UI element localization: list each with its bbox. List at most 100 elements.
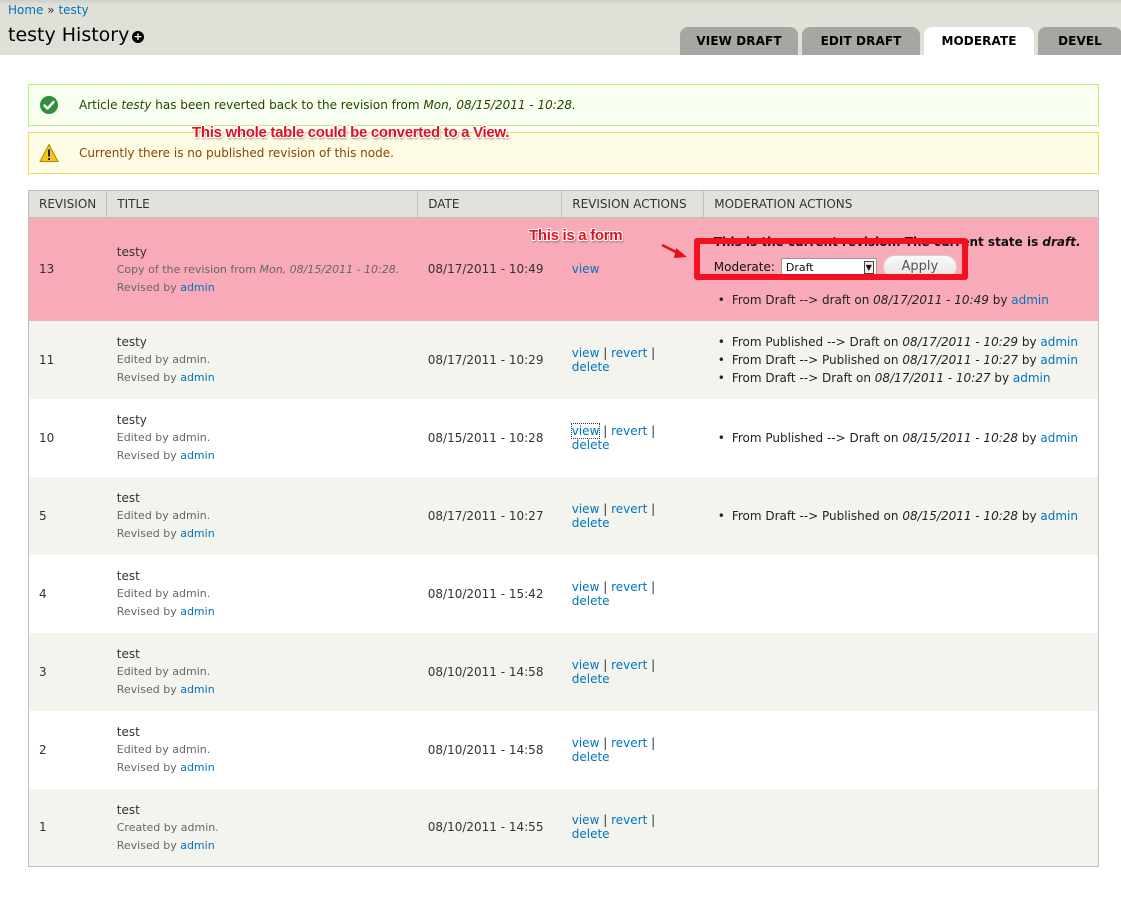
revision-title-cell: test Created by admin. Revised by admin xyxy=(107,789,418,867)
revert-link[interactable]: revert xyxy=(611,736,647,750)
history-by: by xyxy=(1018,352,1041,367)
status-date: Mon, 08/15/2011 - 10:28. xyxy=(423,98,576,112)
revision-actions: view | revert | delete xyxy=(562,789,704,867)
tab-edit-draft[interactable]: EDIT DRAFT xyxy=(802,27,920,55)
revised-by-label: Revised by xyxy=(116,527,181,540)
user-link[interactable]: admin xyxy=(180,839,214,852)
moderation-history: From Published --> Draft on 08/15/2011 -… xyxy=(714,431,1088,445)
user-link[interactable]: admin xyxy=(180,371,214,384)
revert-link[interactable]: revert xyxy=(611,424,647,438)
view-link[interactable]: view xyxy=(570,422,601,439)
revision-number: 5 xyxy=(39,508,47,523)
tab-devel[interactable]: DEVEL xyxy=(1038,27,1121,55)
revision-title: test xyxy=(116,725,140,739)
view-link[interactable]: view xyxy=(572,580,600,594)
delete-link[interactable]: delete xyxy=(572,360,610,374)
annotation-highlight-box xyxy=(694,238,968,280)
moderation-history: From Published --> Draft on 08/17/2011 -… xyxy=(714,335,1088,385)
revert-link[interactable]: revert xyxy=(611,580,647,594)
view-link[interactable]: view xyxy=(572,658,600,672)
table-row: 4 test Edited by admin. Revised by admin… xyxy=(28,554,1099,633)
user-link[interactable]: admin xyxy=(180,527,214,540)
revised-by: Revised by admin xyxy=(117,761,408,774)
status-message: Article testy has been reverted back to … xyxy=(28,84,1099,126)
revised-by-label: Revised by xyxy=(116,371,181,384)
revision-log: Edited by admin. xyxy=(116,509,211,522)
moderation-actions: From Published --> Draft on 08/15/2011 -… xyxy=(704,399,1099,477)
history-by: by xyxy=(1018,508,1041,523)
current-state-value: draft. xyxy=(1042,235,1081,250)
history-by: by xyxy=(1018,430,1041,445)
history-date: 08/15/2011 - 10:28 xyxy=(902,508,1019,523)
delete-link[interactable]: delete xyxy=(572,438,610,452)
view-link[interactable]: view xyxy=(572,736,600,750)
history-transition: From Draft --> Published on xyxy=(731,352,903,367)
delete-link[interactable]: delete xyxy=(572,827,610,841)
col-title: TITLE xyxy=(106,190,419,218)
history-user-link[interactable]: admin xyxy=(1040,335,1078,349)
revision-actions: view | revert | delete xyxy=(562,555,704,633)
warning-message: Currently there is no published revision… xyxy=(28,132,1099,174)
revision-number: 13 xyxy=(39,262,55,277)
history-date: 08/17/2011 - 10:29 xyxy=(902,334,1019,349)
view-link[interactable]: view xyxy=(572,346,600,360)
plus-circle-icon[interactable]: + xyxy=(132,31,144,43)
user-link[interactable]: admin xyxy=(180,605,214,618)
revision-log: Copy of the revision from Mon, 08/15/201… xyxy=(117,263,408,276)
action-separator: | xyxy=(651,345,656,360)
view-link[interactable]: view xyxy=(572,262,600,276)
history-user-link[interactable]: admin xyxy=(1011,293,1049,307)
delete-link[interactable]: delete xyxy=(572,594,610,608)
history-user-link[interactable]: admin xyxy=(1040,431,1078,445)
warning-triangle-icon xyxy=(39,143,59,162)
history-item: From Draft --> draft on 08/17/2011 - 10:… xyxy=(714,293,1088,307)
table-row: 2 test Edited by admin. Revised by admin… xyxy=(28,710,1099,789)
revised-by: Revised by admin xyxy=(117,281,408,294)
moderation-actions xyxy=(704,633,1099,711)
user-link[interactable]: admin xyxy=(180,761,214,774)
moderation-actions: From Published --> Draft on 08/17/2011 -… xyxy=(704,321,1099,399)
revert-link[interactable]: revert xyxy=(611,502,647,516)
action-separator: | xyxy=(651,813,656,828)
delete-link[interactable]: delete xyxy=(572,672,610,686)
action-separator: | xyxy=(603,657,608,672)
history-transition: From Draft --> Draft on xyxy=(731,370,875,385)
history-date: 08/15/2011 - 10:28 xyxy=(902,430,1019,445)
revert-link[interactable]: revert xyxy=(611,813,647,827)
revision-date: 08/17/2011 - 10:29 xyxy=(427,352,544,367)
user-link[interactable]: admin xyxy=(180,281,214,294)
history-user-link[interactable]: admin xyxy=(1040,509,1078,523)
tab-view-draft[interactable]: VIEW DRAFT xyxy=(680,27,798,55)
history-transition: From Draft --> Published on xyxy=(731,508,903,523)
revert-link[interactable]: revert xyxy=(611,658,647,672)
view-link[interactable]: view xyxy=(572,813,600,827)
revert-link[interactable]: revert xyxy=(611,346,647,360)
revised-by-label: Revised by xyxy=(116,761,181,774)
breadcrumb-separator: » xyxy=(47,3,55,17)
history-by: by xyxy=(988,293,1012,308)
breadcrumb-home[interactable]: Home xyxy=(8,3,43,17)
revision-actions: view | revert | delete xyxy=(562,477,704,555)
revision-title-cell: testy Copy of the revision from Mon, 08/… xyxy=(107,218,418,321)
revised-by: Revised by admin xyxy=(117,683,408,696)
user-link[interactable]: admin xyxy=(180,683,214,696)
revision-actions: view | revert | delete xyxy=(562,399,704,477)
user-link[interactable]: admin xyxy=(180,449,214,462)
view-link[interactable]: view xyxy=(572,502,600,516)
history-user-link[interactable]: admin xyxy=(1013,371,1051,385)
history-user-link[interactable]: admin xyxy=(1040,353,1078,367)
delete-link[interactable]: delete xyxy=(572,750,610,764)
status-text-middle: has been reverted back to the revision f… xyxy=(151,98,424,112)
annotation-arrow-icon xyxy=(661,243,687,258)
revision-log: Edited by admin. xyxy=(116,665,211,678)
table-row: 11 testy Edited by admin. Revised by adm… xyxy=(28,320,1099,399)
delete-link[interactable]: delete xyxy=(572,516,610,530)
revision-date: 08/10/2011 - 14:58 xyxy=(427,664,544,679)
moderation-actions xyxy=(704,711,1099,789)
warning-text: Currently there is no published revision… xyxy=(79,146,394,160)
tab-moderate[interactable]: MODERATE xyxy=(924,27,1034,55)
table-row: 5 test Edited by admin. Revised by admin… xyxy=(28,476,1099,555)
action-separator: | xyxy=(603,735,608,750)
breadcrumb-testy[interactable]: testy xyxy=(58,3,88,17)
revision-log-text: Copy of the revision from xyxy=(116,262,260,276)
